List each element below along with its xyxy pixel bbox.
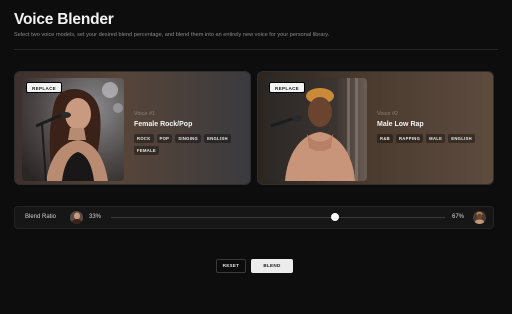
tag: ENGLISH bbox=[204, 134, 231, 143]
voice-2-meta: Voice #2 Male Low Rap R&B RAPPING MALE E… bbox=[377, 111, 489, 143]
voice-1-avatar bbox=[70, 211, 83, 224]
blend-slider-thumb[interactable] bbox=[330, 213, 339, 221]
voice-card-2[interactable]: REPLACE Voice #2 Male Low Rap R&B RAPPIN… bbox=[257, 71, 494, 185]
replace-button[interactable]: REPLACE bbox=[269, 82, 306, 93]
blend-ratio-panel: Blend Ratio 33% 67% bbox=[14, 206, 494, 229]
blend-slider-track[interactable] bbox=[111, 217, 445, 218]
replace-button[interactable]: REPLACE bbox=[26, 82, 63, 93]
blend-ratio-label: Blend Ratio bbox=[25, 214, 57, 220]
voice-2-percent: 67% bbox=[452, 214, 465, 220]
voice-2-avatar bbox=[473, 211, 486, 224]
tag: POP bbox=[156, 134, 173, 143]
tag: R&B bbox=[377, 134, 393, 143]
page-subtitle: Select two voice models, set your desire… bbox=[14, 32, 330, 38]
blend-button[interactable]: BLEND bbox=[251, 259, 293, 273]
tag: SINGING bbox=[175, 134, 202, 143]
reset-button[interactable]: RESET bbox=[216, 259, 246, 273]
tag-list: ROCK POP SINGING ENGLISH FEMALE bbox=[134, 134, 246, 155]
voice-name: Female Rock/Pop bbox=[134, 121, 193, 128]
voice-name: Male Low Rap bbox=[377, 121, 424, 128]
header-divider bbox=[14, 49, 498, 50]
tag: ROCK bbox=[134, 134, 154, 143]
voice-number: Voice #1 bbox=[134, 111, 156, 117]
tag: RAPPING bbox=[395, 134, 424, 143]
voice-card-1[interactable]: REPLACE Voice #1 Female Rock/Pop ROCK PO… bbox=[14, 71, 251, 185]
voice-number: Voice #2 bbox=[377, 111, 399, 117]
voice-1-percent: 33% bbox=[89, 214, 102, 220]
voice-1-meta: Voice #1 Female Rock/Pop ROCK POP SINGIN… bbox=[134, 111, 246, 155]
page-title: Voice Blender bbox=[14, 11, 114, 28]
tag: MALE bbox=[426, 134, 446, 143]
tag: FEMALE bbox=[134, 146, 160, 155]
tag-list: R&B RAPPING MALE ENGLISH bbox=[377, 134, 489, 143]
tag: ENGLISH bbox=[448, 134, 475, 143]
